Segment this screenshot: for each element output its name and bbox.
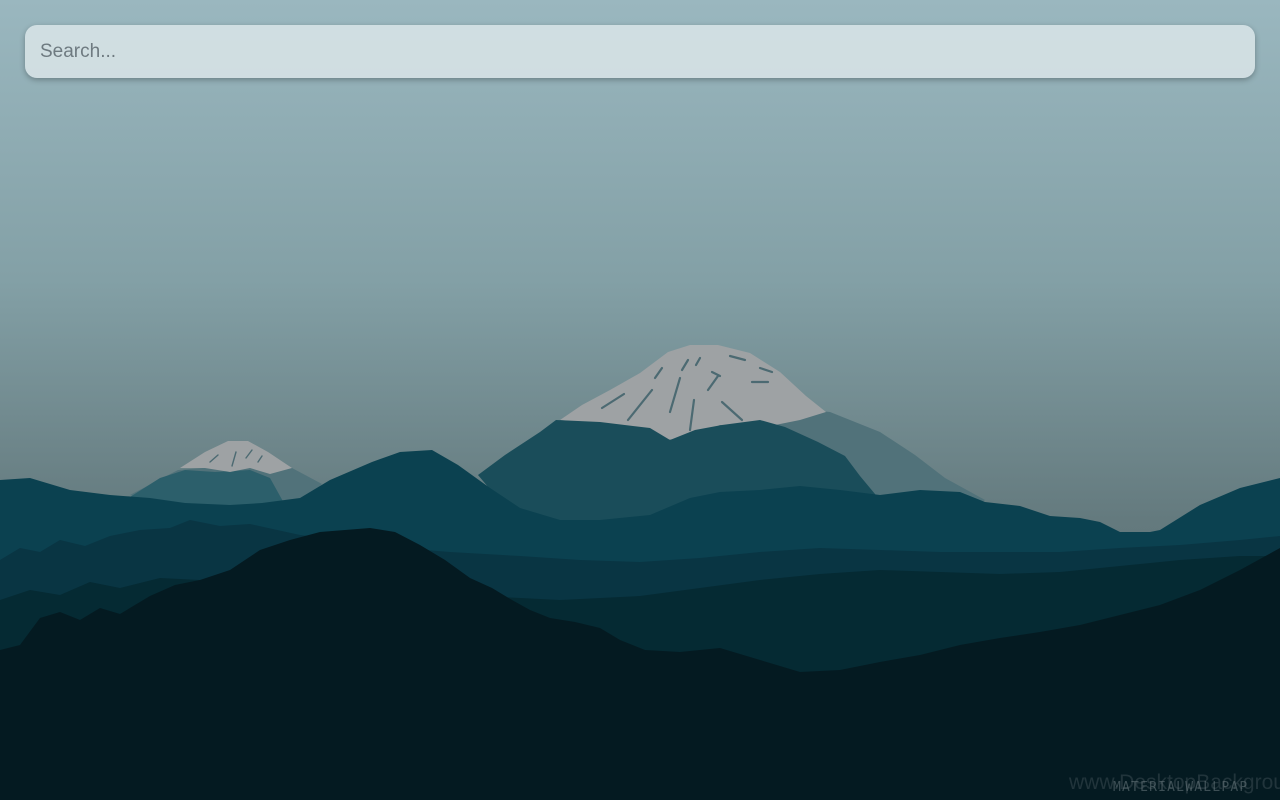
- search-input[interactable]: [25, 25, 1255, 78]
- watermark-brand: MATERIALWALLPAP: [1113, 780, 1249, 795]
- search-bar[interactable]: [25, 25, 1255, 78]
- wallpaper-background: [0, 0, 1280, 800]
